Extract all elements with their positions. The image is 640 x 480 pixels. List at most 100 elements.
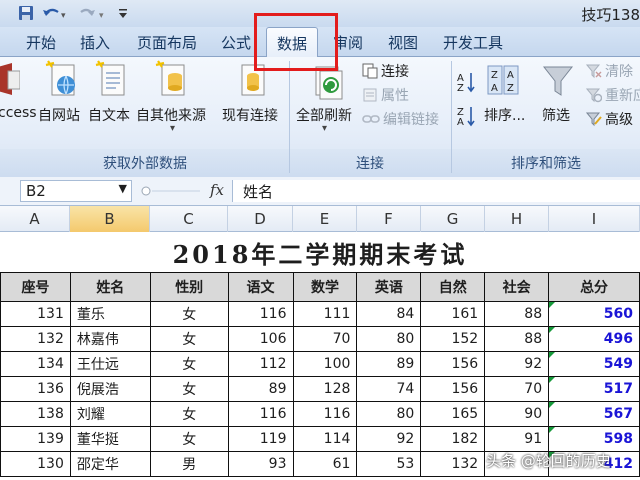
column-header-g[interactable]: G — [421, 206, 485, 232]
clear-filter-button[interactable]: 清除 — [586, 61, 633, 81]
table-cell[interactable]: 182 — [420, 426, 486, 452]
table-cell[interactable]: 134 — [0, 351, 71, 377]
refresh-all-button[interactable]: 全部刷新 ▾ — [296, 63, 358, 147]
table-cell[interactable]: 132 — [0, 326, 71, 352]
table-cell[interactable]: 116 — [227, 401, 294, 427]
table-cell[interactable]: 女 — [149, 301, 229, 327]
table-cell[interactable]: 84 — [356, 301, 422, 327]
sort-button[interactable]: ZAAZ 排序... — [482, 63, 528, 147]
header-seat[interactable]: 座号 — [0, 272, 71, 302]
tab-view[interactable]: 视图 — [388, 32, 418, 53]
existing-connections-button[interactable]: 现有连接 — [220, 57, 286, 145]
column-header-e[interactable]: E — [293, 206, 357, 232]
table-cell[interactable]: 91 — [484, 426, 550, 452]
header-total[interactable]: 总分 — [548, 272, 640, 302]
table-cell[interactable]: 89 — [227, 376, 294, 402]
total-cell[interactable]: 567 — [548, 401, 640, 427]
redo-icon[interactable]: ▾ — [76, 3, 110, 23]
table-cell[interactable]: 女 — [149, 401, 229, 427]
total-cell[interactable]: 560 — [548, 301, 640, 327]
table-cell[interactable]: 92 — [484, 351, 550, 377]
tab-developer[interactable]: 开发工具 — [443, 32, 503, 53]
column-header-i[interactable]: I — [549, 206, 640, 232]
table-cell[interactable]: 倪展浩 — [69, 376, 151, 402]
header-science[interactable]: 自然 — [420, 272, 486, 302]
column-header-a[interactable]: A — [0, 206, 70, 232]
table-cell[interactable]: 156 — [420, 351, 486, 377]
insert-function-icon[interactable]: fx — [210, 181, 224, 199]
sort-asc-desc-buttons[interactable]: AZZA — [456, 67, 478, 137]
table-cell[interactable]: 女 — [149, 376, 229, 402]
tab-data[interactable]: 数据 — [266, 27, 319, 58]
header-chinese[interactable]: 语文 — [227, 272, 294, 302]
dropdown-arrow-icon[interactable]: ▼ — [119, 182, 127, 195]
total-cell[interactable]: 496 — [548, 326, 640, 352]
table-cell[interactable]: 刘耀 — [69, 401, 151, 427]
table-cell[interactable]: 男 — [149, 451, 229, 477]
header-english[interactable]: 英语 — [356, 272, 422, 302]
tab-home[interactable]: 开始 — [26, 32, 56, 53]
table-cell[interactable]: 116 — [227, 301, 294, 327]
table-cell[interactable]: 70 — [292, 326, 358, 352]
column-header-d[interactable]: D — [228, 206, 293, 232]
table-cell[interactable]: 女 — [149, 426, 229, 452]
table-cell[interactable]: 161 — [420, 301, 486, 327]
total-cell[interactable]: 517 — [548, 376, 640, 402]
table-cell[interactable]: 董乐 — [69, 301, 151, 327]
total-cell[interactable]: 598 — [548, 426, 640, 452]
column-header-c[interactable]: C — [150, 206, 228, 232]
table-cell[interactable]: 165 — [420, 401, 486, 427]
properties-button[interactable]: 属性 — [362, 85, 409, 105]
undo-icon[interactable]: ▾ — [40, 3, 70, 23]
header-social[interactable]: 社会 — [484, 272, 550, 302]
table-cell[interactable]: 111 — [292, 301, 358, 327]
table-cell[interactable]: 林嘉伟 — [69, 326, 151, 352]
table-cell[interactable]: 130 — [0, 451, 71, 477]
connections-button[interactable]: 连接 — [362, 61, 409, 81]
name-box[interactable]: B2 ▼ — [20, 180, 132, 202]
table-cell[interactable]: 100 — [292, 351, 358, 377]
table-cell[interactable]: 138 — [0, 401, 71, 427]
total-cell[interactable]: 549 — [548, 351, 640, 377]
table-cell[interactable]: 80 — [356, 401, 422, 427]
tab-page-layout[interactable]: 页面布局 — [137, 32, 197, 53]
table-cell[interactable]: 112 — [227, 351, 294, 377]
table-cell[interactable]: 89 — [356, 351, 422, 377]
table-cell[interactable]: 139 — [0, 426, 71, 452]
header-gender[interactable]: 性别 — [149, 272, 229, 302]
formula-input[interactable]: 姓名 — [232, 180, 640, 202]
from-other-sources-button[interactable]: 自其他来源 ▾ — [136, 57, 214, 145]
table-cell[interactable]: 女 — [149, 351, 229, 377]
table-cell[interactable]: 131 — [0, 301, 71, 327]
table-cell[interactable]: 93 — [227, 451, 294, 477]
advanced-filter-button[interactable]: 高级 — [586, 109, 633, 129]
table-cell[interactable]: 88 — [484, 326, 550, 352]
table-cell[interactable]: 88 — [484, 301, 550, 327]
table-cell[interactable]: 128 — [292, 376, 358, 402]
column-header-h[interactable]: H — [485, 206, 549, 232]
table-cell[interactable]: 61 — [292, 451, 358, 477]
table-cell[interactable]: 90 — [484, 401, 550, 427]
table-cell[interactable]: 53 — [356, 451, 422, 477]
from-access-button[interactable]: ccess — [0, 57, 38, 145]
reapply-button[interactable]: 重新应 — [586, 85, 640, 105]
tab-formulas[interactable]: 公式 — [221, 32, 251, 53]
customize-toolbar-icon[interactable] — [116, 3, 130, 23]
column-header-f[interactable]: F — [357, 206, 421, 232]
table-cell[interactable]: 70 — [484, 376, 550, 402]
edit-links-button[interactable]: 编辑链接 — [362, 109, 439, 129]
column-header-b[interactable]: B — [70, 206, 150, 232]
tab-review[interactable]: 审阅 — [333, 32, 363, 53]
table-cell[interactable]: 80 — [356, 326, 422, 352]
sheet-title[interactable]: 2018年二学期期末考试 — [0, 232, 640, 272]
header-name[interactable]: 姓名 — [69, 272, 151, 302]
header-math[interactable]: 数学 — [292, 272, 358, 302]
table-cell[interactable]: 女 — [149, 326, 229, 352]
table-cell[interactable]: 156 — [420, 376, 486, 402]
table-cell[interactable]: 119 — [227, 426, 294, 452]
table-cell[interactable]: 董华挺 — [69, 426, 151, 452]
tab-insert[interactable]: 插入 — [80, 32, 110, 53]
table-cell[interactable]: 王仕远 — [69, 351, 151, 377]
table-cell[interactable]: 136 — [0, 376, 71, 402]
from-text-button[interactable]: 自文本 — [88, 57, 136, 145]
